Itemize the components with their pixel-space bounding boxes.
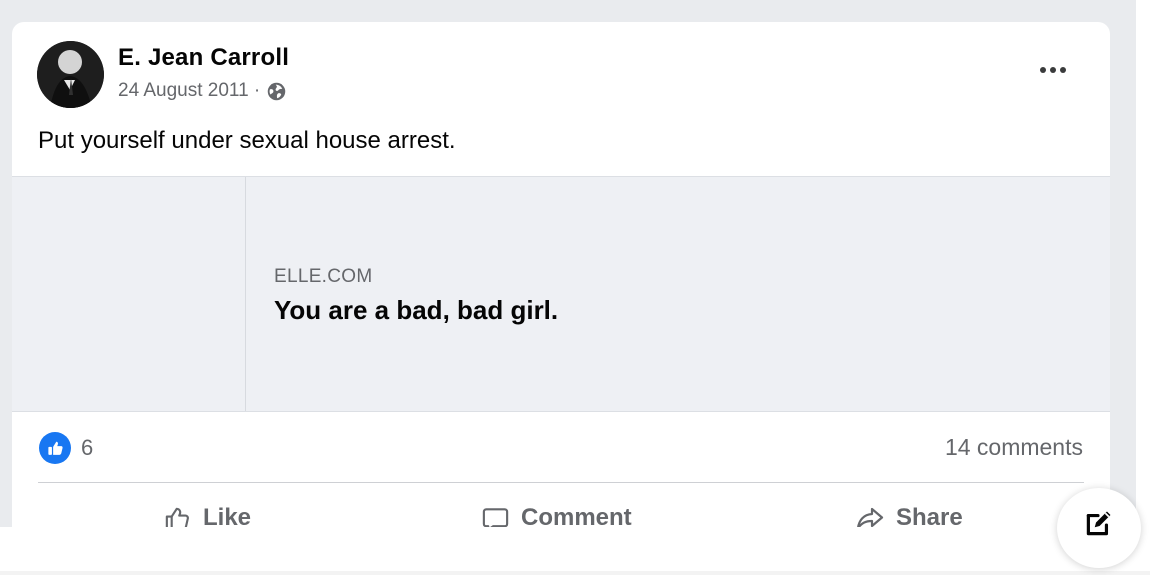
like-reaction-icon (39, 432, 71, 464)
author-avatar[interactable] (37, 41, 104, 108)
link-thumbnail[interactable] (12, 177, 246, 411)
post-date[interactable]: 24 August 2011 · (118, 80, 260, 102)
bottom-separator (0, 571, 1150, 575)
reaction-summary[interactable]: 6 (39, 432, 93, 464)
more-dot-icon (1040, 67, 1046, 73)
compose-button[interactable] (1057, 488, 1141, 568)
more-dot-icon (1050, 67, 1056, 73)
more-dot-icon (1060, 67, 1066, 73)
compose-icon (1082, 506, 1116, 545)
link-title[interactable]: You are a bad, bad girl. (274, 295, 558, 326)
post-text: Put yourself under sexual house arrest. (38, 127, 456, 154)
comment-count[interactable]: 14 comments (945, 434, 1083, 461)
avatar-image-icon (37, 41, 104, 108)
post-meta: 24 August 2011 · (118, 80, 287, 102)
post-options-button[interactable] (1036, 58, 1070, 82)
author-name[interactable]: E. Jean Carroll (118, 44, 289, 72)
globe-icon (266, 81, 287, 102)
link-domain[interactable]: ELLE.COM (274, 266, 373, 288)
link-preview[interactable]: ELLE.COM You are a bad, bad girl. (12, 176, 1110, 412)
facebook-post-screen: E. Jean Carroll 24 August 2011 · Put you… (0, 0, 1150, 575)
post-card: E. Jean Carroll 24 August 2011 · Put you… (12, 22, 1110, 552)
actions-divider (38, 482, 1084, 483)
bottom-cover (0, 527, 1150, 575)
reaction-count: 6 (81, 435, 94, 460)
